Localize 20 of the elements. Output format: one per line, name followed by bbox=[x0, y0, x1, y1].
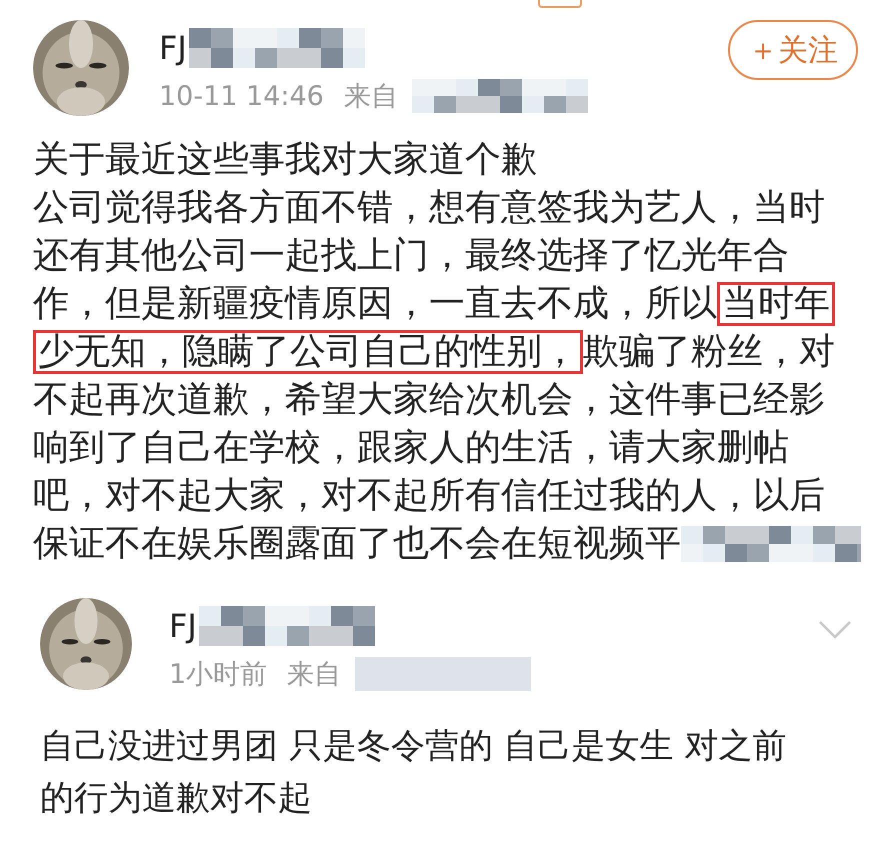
post-time: 10-11 14:46 bbox=[159, 80, 324, 112]
post-text: 响到了自己在学校，跟家人的生活，请大家删帖 bbox=[33, 426, 789, 470]
post-text: 公司觉得我各方面不错，想有意签我为艺人，当时 bbox=[33, 186, 825, 230]
highlighted-text: 少无知，隐瞒了公司自己的性别， bbox=[33, 330, 583, 374]
post-text: 关于最近这些事我对大家道个歉 bbox=[33, 138, 537, 182]
post-text: 欺骗了粉丝，对 bbox=[583, 330, 835, 374]
post-text: 自己没进过男团 只是冬令营的 自己是女生 对之前 bbox=[40, 725, 786, 768]
post-text: 的行为道歉对不起 bbox=[40, 777, 312, 820]
post-time: 1小时前 bbox=[169, 658, 268, 692]
source-label: 来自 bbox=[344, 80, 398, 114]
post-text: 不起再次道歉，希望大家给次机会，这件事已经影 bbox=[33, 378, 825, 422]
post-text: 还有其他公司一起找上门，最终选择了忆光年合 bbox=[33, 234, 789, 278]
username[interactable]: FJ bbox=[159, 29, 187, 67]
post-text: 保证不在娱乐圈露面了也不会在短视频平 bbox=[33, 522, 681, 566]
source-label: 来自 bbox=[287, 658, 342, 692]
username[interactable]: FJ bbox=[169, 607, 197, 645]
post-text: 吧，对不起大家，对不起所有信任过我的人，以后 bbox=[33, 474, 825, 518]
chevron-down-icon[interactable] bbox=[818, 620, 852, 640]
highlighted-text: 当时年 bbox=[717, 282, 835, 326]
post-text: 作，但是新疆疫情原因，一直去不成，所以 bbox=[33, 282, 717, 326]
